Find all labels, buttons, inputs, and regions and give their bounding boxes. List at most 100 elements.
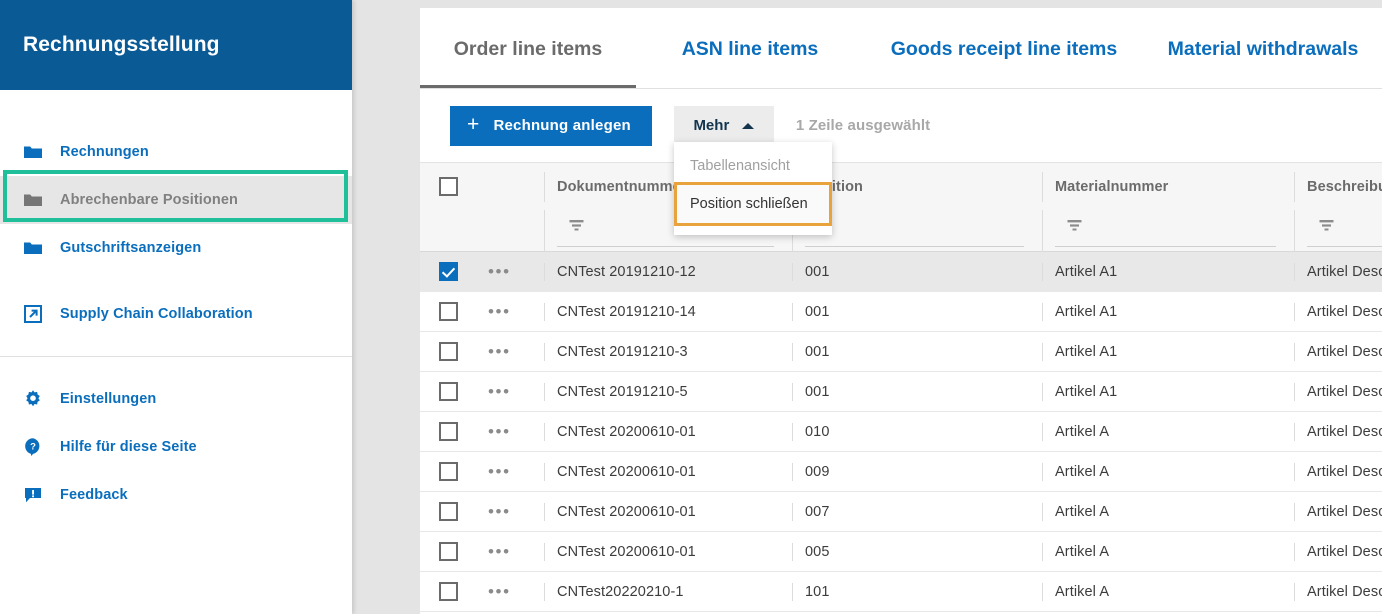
tab-asn-line-items[interactable]: ASN line items [636, 38, 864, 89]
sidebar-item-abrechenbare-positionen[interactable]: Abrechenbare Positionen [0, 176, 352, 224]
row-checkbox[interactable] [438, 502, 458, 521]
row-select-cell[interactable] [420, 462, 476, 481]
row-checkbox[interactable] [438, 422, 458, 441]
create-invoice-label: Rechnung anlegen [493, 117, 631, 134]
cell-doc: CNTest 20200610-01 [544, 502, 792, 521]
ellipsis-icon[interactable]: ••• [488, 463, 511, 480]
cell-value: 010 [805, 423, 830, 440]
row-checkbox[interactable] [438, 542, 458, 561]
tab-goods-receipt-line-items[interactable]: Goods receipt line items [864, 38, 1144, 89]
row-menu-cell[interactable]: ••• [476, 583, 544, 600]
select-all-cell[interactable] [420, 177, 476, 196]
row-menu-cell[interactable]: ••• [476, 503, 544, 520]
table-row[interactable]: ••• CNTest 20191210-5 001 Artikel A1 Artikel… [420, 372, 1382, 412]
row-menu-cell[interactable]: ••• [476, 423, 544, 440]
tab-label: Order line items [453, 38, 603, 60]
create-invoice-button[interactable]: + Rechnung anlegen [450, 105, 652, 146]
cell-mat: Artikel A1 [1042, 382, 1294, 401]
ellipsis-icon[interactable]: ••• [488, 383, 511, 400]
filter-icon[interactable] [1067, 219, 1082, 238]
cell-value: Artikel A1 [1055, 383, 1118, 400]
plus-icon: + [467, 113, 480, 136]
row-checkbox[interactable] [438, 262, 458, 281]
filter-underline [805, 245, 1024, 247]
ellipsis-icon[interactable]: ••• [488, 583, 511, 600]
row-select-cell[interactable] [420, 582, 476, 601]
row-menu-cell[interactable]: ••• [476, 343, 544, 360]
dropdown-item-tabellenansicht[interactable]: Tabellenansicht [674, 149, 832, 182]
table-filter-row [420, 209, 1382, 252]
cell-mat: Artikel A [1042, 422, 1294, 441]
row-select-cell[interactable] [420, 262, 476, 281]
filter-cell-desc[interactable] [1294, 209, 1382, 252]
ellipsis-icon[interactable]: ••• [488, 303, 511, 320]
row-select-cell[interactable] [420, 502, 476, 521]
help-circle-icon: ? [23, 437, 43, 457]
row-select-cell[interactable] [420, 542, 476, 561]
sidebar-item-supply-chain-collaboration[interactable]: Supply Chain Collaboration [0, 290, 352, 338]
cell-mat: Artikel A [1042, 582, 1294, 601]
table-row[interactable]: ••• CNTest20220210-1 101 Artikel A Artikel D… [420, 572, 1382, 612]
ellipsis-icon[interactable]: ••• [488, 543, 511, 560]
ellipsis-icon[interactable]: ••• [488, 503, 511, 520]
sidebar-item-feedback[interactable]: Feedback [0, 471, 352, 519]
row-select-cell[interactable] [420, 422, 476, 441]
sidebar-item-hilfe[interactable]: ? Hilfe für diese Seite [0, 423, 352, 471]
cell-pos: 005 [792, 542, 1042, 561]
table-row[interactable]: ••• CNTest 20191210-12 001 Artikel A1 Artike… [420, 252, 1382, 292]
header-cell-desc[interactable]: Beschreibung [1294, 171, 1382, 202]
table-row[interactable]: ••• CNTest 20200610-01 007 Artikel A Artikel… [420, 492, 1382, 532]
cell-value: CNTest 20191210-5 [557, 383, 688, 400]
row-menu-cell[interactable]: ••• [476, 543, 544, 560]
cell-value: 007 [805, 503, 830, 520]
dropdown-item-position-schliessen[interactable]: Position schließen [674, 182, 832, 226]
cell-desc: Artikel Desc [1294, 422, 1382, 441]
row-menu-cell[interactable]: ••• [476, 303, 544, 320]
more-label: Mehr [693, 117, 730, 134]
dropdown-item-label: Tabellenansicht [690, 157, 790, 174]
row-select-cell[interactable] [420, 342, 476, 361]
ellipsis-icon[interactable]: ••• [488, 423, 511, 440]
header-cell-mat[interactable]: Materialnummer [1042, 171, 1294, 202]
filter-cell-mat[interactable] [1042, 209, 1294, 252]
cell-value: Artikel Desc [1307, 543, 1382, 560]
cell-value: Artikel A [1055, 503, 1110, 520]
sidebar-item-gutschriftsanzeigen[interactable]: Gutschriftsanzeigen [0, 224, 352, 272]
row-checkbox[interactable] [438, 582, 458, 601]
row-menu-cell[interactable]: ••• [476, 263, 544, 280]
ellipsis-icon[interactable]: ••• [488, 343, 511, 360]
row-select-cell[interactable] [420, 382, 476, 401]
cell-value: Artikel Desc [1307, 263, 1382, 280]
cell-value: 009 [805, 463, 830, 480]
more-dropdown-menu: Tabellenansicht Position schließen [674, 142, 832, 235]
table-row[interactable]: ••• CNTest 20200610-01 009 Artikel A Artikel… [420, 452, 1382, 492]
filter-icon[interactable] [569, 219, 584, 238]
tab-material-withdrawals[interactable]: Material withdrawals [1144, 38, 1382, 89]
filter-underline [557, 245, 774, 247]
cell-desc: Artikel Desc [1294, 382, 1382, 401]
table-row[interactable]: ••• CNTest 20200610-01 010 Artikel A Artikel… [420, 412, 1382, 452]
sidebar-item-einstellungen[interactable]: Einstellungen [0, 375, 352, 423]
sidebar-item-rechnungen[interactable]: Rechnungen [0, 128, 352, 176]
more-button[interactable]: Mehr [673, 105, 774, 146]
row-menu-cell[interactable]: ••• [476, 463, 544, 480]
row-menu-cell[interactable]: ••• [476, 383, 544, 400]
ellipsis-icon[interactable]: ••• [488, 263, 511, 280]
table-row[interactable]: ••• CNTest 20191210-14 001 Artikel A1 Artike… [420, 292, 1382, 332]
cell-mat: Artikel A1 [1042, 302, 1294, 321]
cell-value: CNTest 20191210-14 [557, 303, 696, 320]
sidebar-item-label: Einstellungen [60, 391, 157, 407]
tab-label: Goods receipt line items [890, 38, 1118, 60]
select-all-checkbox[interactable] [438, 177, 458, 196]
table-row[interactable]: ••• CNTest 20191210-3 001 Artikel A1 Artikel… [420, 332, 1382, 372]
sidebar-item-label: Supply Chain Collaboration [60, 306, 253, 322]
table-row[interactable]: ••• CNTest 20200610-01 005 Artikel A Artikel… [420, 532, 1382, 572]
filter-icon[interactable] [1319, 219, 1334, 238]
cell-value: CNTest 20200610-01 [557, 463, 696, 480]
row-checkbox[interactable] [438, 382, 458, 401]
row-checkbox[interactable] [438, 342, 458, 361]
row-select-cell[interactable] [420, 302, 476, 321]
row-checkbox[interactable] [438, 302, 458, 321]
row-checkbox[interactable] [438, 462, 458, 481]
tab-order-line-items[interactable]: Order line items [420, 38, 636, 89]
